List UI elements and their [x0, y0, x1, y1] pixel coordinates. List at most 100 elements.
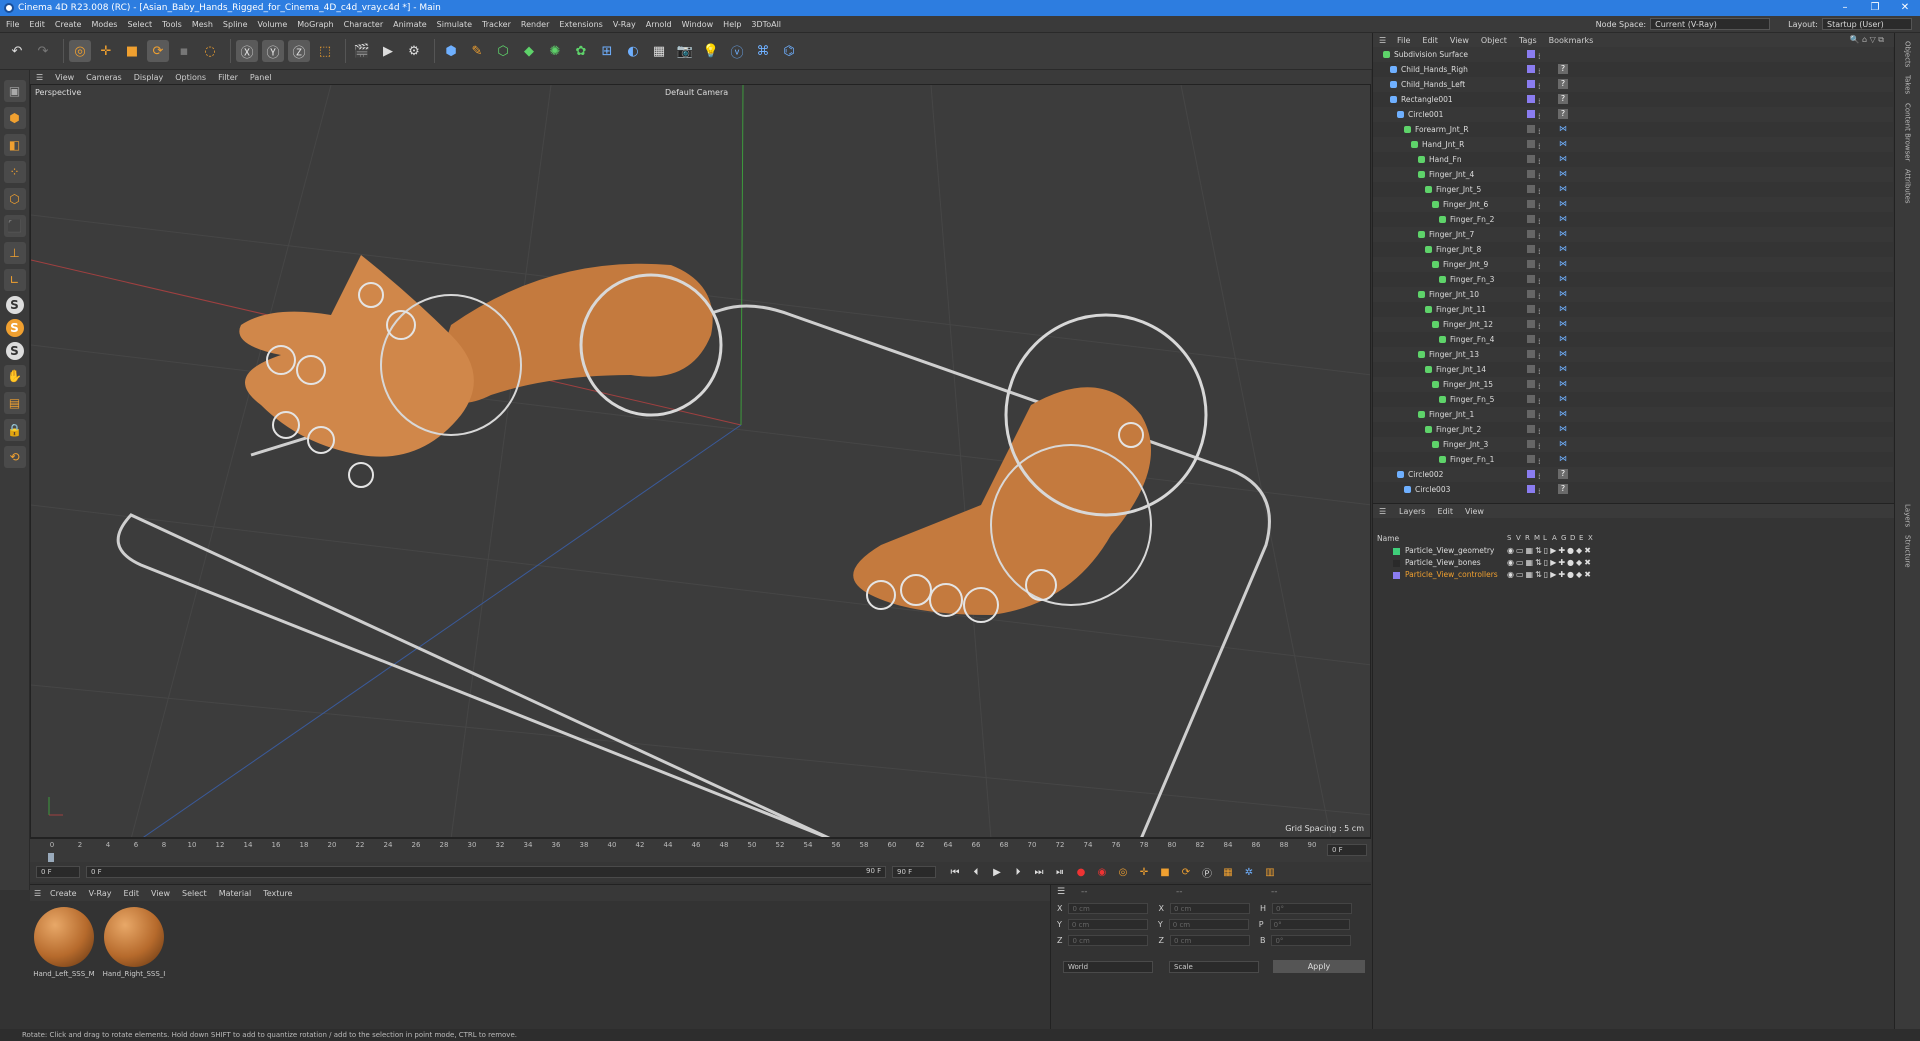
layer-color-swatch[interactable]: [1527, 200, 1535, 208]
layer-row[interactable]: Particle_View_geometry ◉▭▦⇅▯▶✚●◆✖: [1373, 545, 1893, 557]
timeline-window-icon[interactable]: ▥: [1261, 864, 1279, 880]
ik-tag-icon[interactable]: ⋈: [1558, 454, 1568, 464]
workplane-icon[interactable]: ✋: [3, 365, 26, 387]
ik-tag-icon[interactable]: ⋈: [1558, 394, 1568, 404]
object-row[interactable]: Rectangle001 ⁞?: [1373, 92, 1893, 107]
right-tab-structure[interactable]: Structure: [1904, 535, 1912, 568]
object-menu-bookmarks[interactable]: Bookmarks: [1549, 36, 1594, 45]
deformer-icon[interactable]: ⊞: [596, 40, 618, 62]
autokey-icon[interactable]: ◉: [1093, 864, 1111, 880]
live-selection-icon[interactable]: ◎: [69, 40, 91, 62]
material-hamburger-icon[interactable]: ☰: [34, 889, 41, 898]
render-view-icon[interactable]: ▶: [377, 40, 399, 62]
object-row[interactable]: Finger_Jnt_3 ⁞ ⋈: [1373, 437, 1893, 452]
ik-tag-icon[interactable]: ⋈: [1558, 199, 1568, 209]
y-axis-icon[interactable]: Ⓨ: [262, 40, 284, 62]
menu-item-simulate[interactable]: Simulate: [437, 20, 472, 29]
tag-question-icon[interactable]: ?: [1558, 64, 1568, 74]
menu-item-tools[interactable]: Tools: [162, 20, 182, 29]
object-row[interactable]: Finger_Fn_3 ⁞ ⋈: [1373, 272, 1893, 287]
object-row[interactable]: Circle001 ⁞?: [1373, 107, 1893, 122]
coord-value-field[interactable]: 0 cm: [1068, 903, 1149, 914]
render-region-icon[interactable]: 🎬: [351, 40, 373, 62]
ik-tag-icon[interactable]: ⋈: [1558, 349, 1568, 359]
light-icon[interactable]: 💡: [700, 40, 722, 62]
object-row[interactable]: Finger_Jnt_4 ⁞ ⋈: [1373, 167, 1893, 182]
layer-color-swatch[interactable]: [1527, 335, 1535, 343]
object-menu-file[interactable]: File: [1397, 36, 1410, 45]
layer-color-swatch[interactable]: [1527, 425, 1535, 433]
material-menu-edit[interactable]: Edit: [124, 889, 140, 898]
points-mode-icon[interactable]: ⁘: [3, 161, 26, 183]
menu-item-edit[interactable]: Edit: [29, 20, 45, 29]
ik-tag-icon[interactable]: ⋈: [1558, 334, 1568, 344]
ik-tag-icon[interactable]: ⋈: [1558, 214, 1568, 224]
layer-toggle-icons[interactable]: ◉▭▦⇅▯▶✚●◆✖: [1507, 557, 1593, 569]
layer-toggle-icons[interactable]: ◉▭▦⇅▯▶✚●◆✖: [1507, 545, 1593, 557]
ik-tag-icon[interactable]: ⋈: [1558, 124, 1568, 134]
material-menu-select[interactable]: Select: [182, 889, 207, 898]
recent-tools-icon[interactable]: ▪: [173, 40, 195, 62]
material-menu-texture[interactable]: Texture: [263, 889, 292, 898]
object-search-icons[interactable]: 🔍 ⌂ ▽ ⧉: [1849, 35, 1884, 45]
layer-color-swatch[interactable]: [1527, 80, 1535, 88]
coord-value-field[interactable]: 0 cm: [1169, 935, 1250, 946]
menu-item-mograph[interactable]: MoGraph: [297, 20, 333, 29]
object-menu-tags[interactable]: Tags: [1519, 36, 1537, 45]
mograph-icon[interactable]: ✿: [570, 40, 592, 62]
viewport-menu-cameras[interactable]: Cameras: [86, 73, 122, 82]
key-position-icon[interactable]: ✛: [1135, 864, 1153, 880]
menu-item-render[interactable]: Render: [521, 20, 549, 29]
cube-icon[interactable]: ⬢: [440, 40, 462, 62]
menu-item-create[interactable]: Create: [55, 20, 82, 29]
tag-question-icon[interactable]: ?: [1558, 109, 1568, 119]
visibility-dots-icon[interactable]: ⁞: [1538, 484, 1541, 499]
layer-menu-edit[interactable]: Edit: [1437, 507, 1453, 516]
step-forward-icon[interactable]: ⏵: [1009, 864, 1027, 880]
field-icon[interactable]: ◐: [622, 40, 644, 62]
layout-dropdown[interactable]: Startup (User): [1822, 18, 1912, 30]
motion-icon[interactable]: ✲: [1240, 864, 1258, 880]
key-pla-icon[interactable]: ▦: [1219, 864, 1237, 880]
right-tab-takes[interactable]: Takes: [1904, 75, 1912, 94]
ik-tag-icon[interactable]: ⋈: [1558, 244, 1568, 254]
coord-size-dropdown[interactable]: Scale: [1169, 961, 1259, 973]
pen-icon[interactable]: ✎: [466, 40, 488, 62]
edges-mode-icon[interactable]: ⬡: [3, 188, 26, 210]
ik-tag-icon[interactable]: ⋈: [1558, 409, 1568, 419]
menu-item-mesh[interactable]: Mesh: [192, 20, 213, 29]
menu-item-3dtoall[interactable]: 3DToAll: [751, 20, 781, 29]
menu-item-help[interactable]: Help: [723, 20, 741, 29]
ik-tag-icon[interactable]: ⋈: [1558, 319, 1568, 329]
object-menu-view[interactable]: View: [1450, 36, 1469, 45]
redo-icon[interactable]: ↷: [32, 40, 54, 62]
record-icon[interactable]: ●: [1072, 864, 1090, 880]
layer-color-swatch[interactable]: [1527, 410, 1535, 418]
coordinate-system-icon[interactable]: ⬚: [314, 40, 336, 62]
make-editable-icon[interactable]: ▣: [3, 80, 26, 102]
material-menu-view[interactable]: View: [151, 889, 170, 898]
viewport-menu-display[interactable]: Display: [134, 73, 164, 82]
move-icon[interactable]: ✛: [95, 40, 117, 62]
coord-value-field[interactable]: 0 cm: [1067, 919, 1148, 930]
extrude-icon[interactable]: ◆: [518, 40, 540, 62]
right-tab-attributes[interactable]: Attributes: [1904, 169, 1912, 204]
ik-tag-icon[interactable]: ⋈: [1558, 364, 1568, 374]
ik-tag-icon[interactable]: ⋈: [1558, 229, 1568, 239]
ik-tag-icon[interactable]: ⋈: [1558, 154, 1568, 164]
object-row[interactable]: Child_Hands_Righ ⁞?: [1373, 62, 1893, 77]
object-row[interactable]: Finger_Jnt_2 ⁞ ⋈: [1373, 422, 1893, 437]
play-icon[interactable]: ▶: [988, 864, 1006, 880]
coord-value-field[interactable]: 0 cm: [1169, 903, 1250, 914]
object-row[interactable]: Finger_Jnt_14 ⁞ ⋈: [1373, 362, 1893, 377]
coord-value-field[interactable]: 0°: [1271, 935, 1352, 946]
z-axis-icon[interactable]: Ⓩ: [288, 40, 310, 62]
go-to-end-icon[interactable]: ⏭: [1030, 864, 1048, 880]
x-axis-icon[interactable]: Ⓧ: [236, 40, 258, 62]
layer-color-swatch[interactable]: [1527, 485, 1535, 493]
tag-question-icon[interactable]: ?: [1558, 79, 1568, 89]
viewport-menu-view[interactable]: View: [55, 73, 74, 82]
layer-toggle-icons[interactable]: ◉▭▦⇅▯▶✚●◆✖: [1507, 569, 1593, 581]
coord-value-field[interactable]: 0°: [1269, 919, 1350, 930]
layer-color-swatch[interactable]: [1527, 65, 1535, 73]
